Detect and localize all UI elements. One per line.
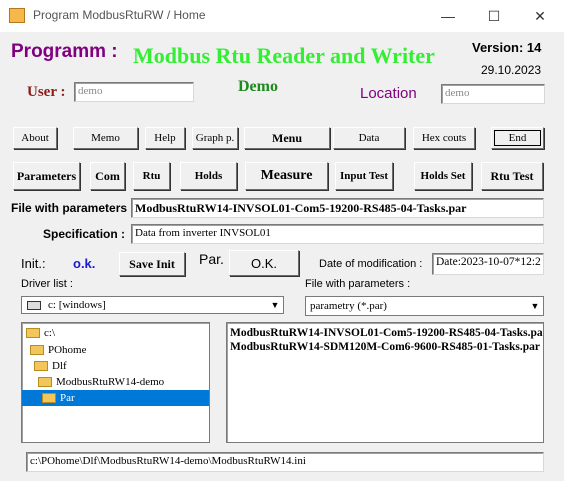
folder-open-icon xyxy=(34,361,48,371)
list-item[interactable]: ModbusRtuRW14-SDM120M-Com6-9600-RS485-01… xyxy=(230,341,540,353)
maximize-button[interactable]: ☐ xyxy=(471,0,517,32)
date-label: 29.10.2023 xyxy=(481,63,542,77)
input-test-button[interactable]: Input Test xyxy=(335,162,393,190)
end-button[interactable]: End xyxy=(491,127,544,149)
save-init-button[interactable]: Save Init xyxy=(119,252,185,276)
user-input[interactable]: demo xyxy=(74,82,194,102)
graph-button[interactable]: Graph p. xyxy=(192,127,238,149)
memo-button[interactable]: Memo xyxy=(73,127,138,149)
minimize-button[interactable]: — xyxy=(425,0,471,32)
folder-open-icon xyxy=(26,328,40,338)
close-button[interactable]: ✕ xyxy=(517,0,563,32)
folder-open-icon xyxy=(42,393,56,403)
specification-label: Specification : xyxy=(43,227,126,241)
specification-input[interactable]: Data from inverter INVSOL01 xyxy=(131,224,544,244)
tree-item-par[interactable]: Par xyxy=(22,390,209,406)
app-name: Modbus Rtu Reader and Writer xyxy=(133,43,435,68)
filter-value: parametry (*.par) xyxy=(310,300,387,312)
ini-path-input[interactable]: c:\POhome\Dlf\ModbusRtuRW14-demo\ModbusR… xyxy=(26,452,544,472)
help-button[interactable]: Help xyxy=(145,127,185,149)
about-button[interactable]: About xyxy=(13,127,57,149)
measure-button[interactable]: Measure xyxy=(245,162,328,190)
program-label: Programm : xyxy=(11,41,118,62)
driver-value: c: [windows] xyxy=(48,299,106,311)
location-input[interactable]: demo xyxy=(441,84,545,104)
window-title: Program ModbusRtuRW / Home xyxy=(33,8,206,22)
holds-button[interactable]: Holds xyxy=(180,162,237,190)
menu-button[interactable]: Menu xyxy=(244,127,330,149)
file-params-label: File with parameters : xyxy=(11,201,135,215)
file-params-input[interactable]: ModbusRtuRW14-INVSOL01-Com5-19200-RS485-… xyxy=(131,198,544,218)
init-value: o.k. xyxy=(73,256,96,271)
folder-open-icon xyxy=(30,345,44,355)
app-icon xyxy=(9,8,25,23)
par-label: Par. xyxy=(199,251,224,267)
rtu-test-button[interactable]: Rtu Test xyxy=(481,162,543,190)
location-label: Location xyxy=(360,85,417,102)
holds-set-button[interactable]: Holds Set xyxy=(414,162,472,190)
drive-icon xyxy=(27,301,41,310)
chevron-down-icon[interactable]: ▼ xyxy=(527,297,543,315)
version-label: Version: 14 xyxy=(472,40,542,55)
tree-item-pohome[interactable]: POhome xyxy=(30,342,87,358)
folder-open-icon xyxy=(38,377,52,387)
date-modification-input[interactable]: Date:2023-10-07*12:2 xyxy=(432,253,544,275)
file-params-list-label: File with parameters : xyxy=(305,278,411,290)
init-label: Init.: xyxy=(21,256,46,271)
parameters-button[interactable]: Parameters xyxy=(13,162,80,190)
rtu-button[interactable]: Rtu xyxy=(133,162,170,190)
mode-label: Demo xyxy=(238,78,278,95)
directory-tree[interactable]: c:\ POhome Dlf ModbusRtuRW14-demo Par xyxy=(21,322,210,443)
chevron-down-icon[interactable]: ▼ xyxy=(267,297,283,313)
com-button[interactable]: Com xyxy=(90,162,125,190)
par-ok-button[interactable]: O.K. xyxy=(229,250,299,276)
file-list[interactable]: ModbusRtuRW14-INVSOL01-Com5-19200-RS485-… xyxy=(226,322,544,443)
tree-item-root[interactable]: c:\ xyxy=(26,325,55,341)
tree-item-dlf[interactable]: Dlf xyxy=(34,358,67,374)
driver-list-label: Driver list : xyxy=(21,278,73,290)
data-button[interactable]: Data xyxy=(333,127,405,149)
hex-couts-button[interactable]: Hex couts xyxy=(413,127,475,149)
date-modification-label: Date of modification : xyxy=(319,258,423,270)
tree-item-modbus-demo[interactable]: ModbusRtuRW14-demo xyxy=(38,374,164,390)
driver-select[interactable]: c: [windows] ▼ xyxy=(21,296,284,314)
user-label: User : xyxy=(27,84,66,100)
filter-select[interactable]: parametry (*.par) ▼ xyxy=(305,296,544,316)
list-item[interactable]: ModbusRtuRW14-INVSOL01-Com5-19200-RS485-… xyxy=(230,327,543,339)
